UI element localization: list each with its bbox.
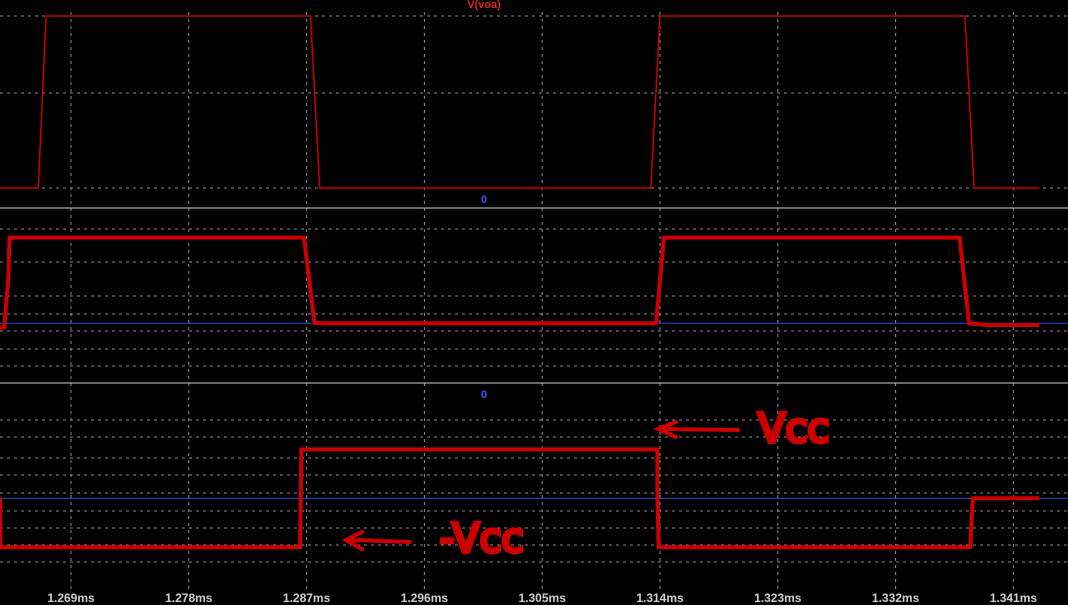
x-tick-label: 1.269ms — [47, 591, 95, 605]
vcc-annotation: Vcc — [758, 406, 829, 452]
pane-2-title: 0 — [481, 194, 487, 206]
x-tick-label: 1.278ms — [165, 591, 213, 605]
x-tick-label: 1.287ms — [283, 591, 331, 605]
x-tick-label: 1.332ms — [872, 591, 920, 605]
plot-background — [0, 0, 1068, 605]
x-tick-label: 1.296ms — [401, 591, 449, 605]
pane-1-title: V(voa) — [467, 0, 501, 11]
x-axis-ticks: 1.269ms 1.278ms 1.287ms 1.296ms 1.305ms 1.314… — [47, 591, 1037, 605]
x-tick-label: 1.323ms — [754, 591, 802, 605]
x-tick-label: 1.341ms — [990, 591, 1038, 605]
waveform-plot: V(voa) 0 0 1.269ms 1.278ms 1.287ms 1.296ms 1… — [0, 0, 1068, 605]
pane-3-title: 0 — [481, 389, 487, 401]
x-tick-label: 1.314ms — [636, 591, 684, 605]
neg-vcc-annotation: -Vcc — [440, 516, 523, 562]
x-tick-label: 1.305ms — [519, 591, 567, 605]
